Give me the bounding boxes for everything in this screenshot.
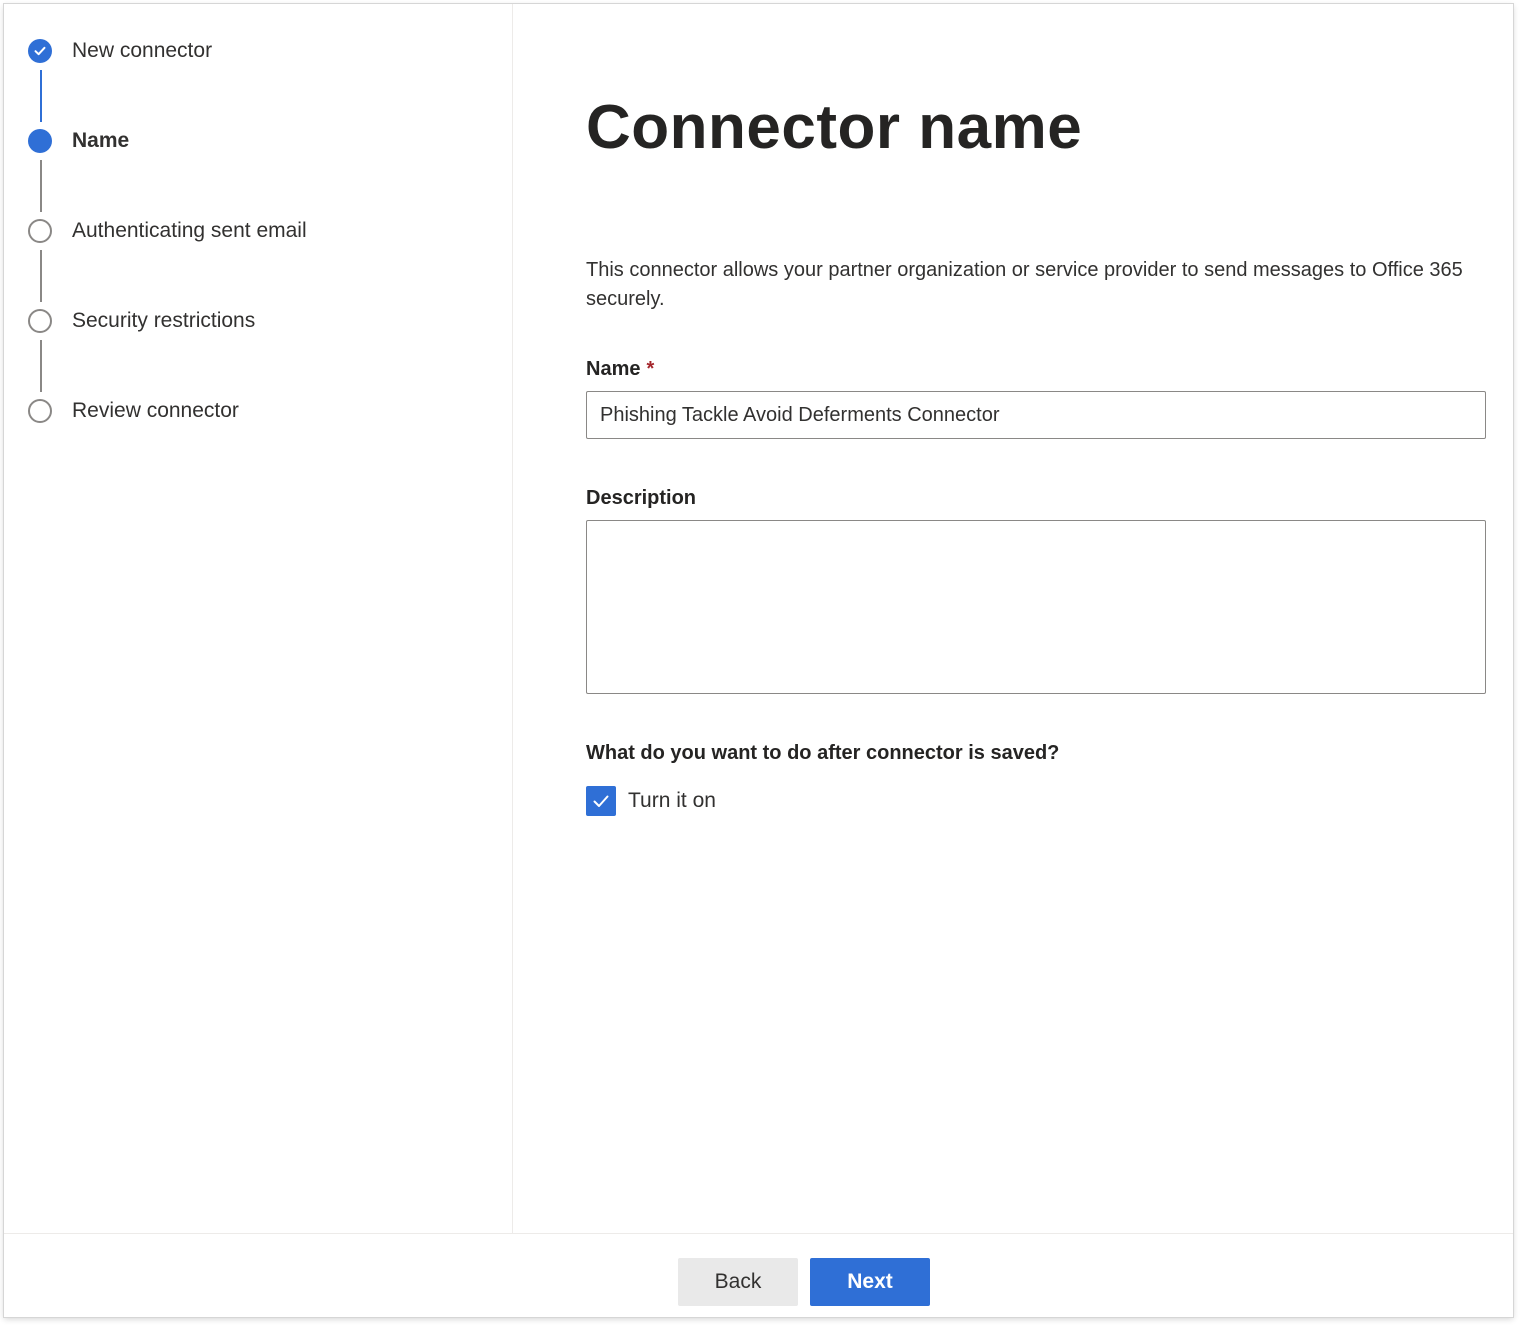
description-textarea[interactable] [586, 520, 1486, 694]
step-security-restrictions[interactable]: Security restrictions [28, 306, 255, 336]
turn-it-on-checkbox[interactable] [586, 786, 616, 816]
name-input[interactable] [586, 391, 1486, 439]
step-pending-circle-icon [28, 219, 52, 243]
step-label: Name [72, 129, 130, 152]
name-field-label: Name * [586, 358, 654, 381]
step-current-dot-icon [28, 129, 52, 153]
step-connector-line [40, 340, 42, 392]
wizard-stepper: New connector Name Authenticating sent e… [4, 4, 513, 1233]
description-field-label: Description [586, 487, 697, 509]
step-label: New connector [72, 39, 213, 62]
step-label: Authenticating sent email [72, 219, 307, 242]
step-review-connector[interactable]: Review connector [28, 396, 239, 426]
name-label-text: Name [586, 358, 641, 380]
wizard-panel: New connector Name Authenticating sent e… [4, 4, 1513, 1317]
wizard-footer: Back Next [4, 1233, 1513, 1317]
step-label: Security restrictions [72, 309, 256, 332]
step-name[interactable]: Name [28, 126, 129, 156]
step-label: Review connector [72, 399, 239, 422]
checkmark-icon [593, 795, 609, 807]
turn-it-on-checkbox-row[interactable]: Turn it on [586, 786, 716, 816]
intro-text: This connector allows your partner organ… [586, 259, 1463, 310]
step-connector-line [40, 160, 42, 212]
after-save-question: What do you want to do after connector i… [586, 742, 1060, 764]
step-pending-circle-icon [28, 309, 52, 333]
step-complete-check-icon [28, 39, 52, 63]
page-title: Connector name [586, 93, 1083, 162]
next-button[interactable]: Next [810, 1258, 930, 1306]
step-connector-line [40, 250, 42, 302]
step-pending-circle-icon [28, 399, 52, 423]
step-authenticating-sent-email[interactable]: Authenticating sent email [28, 216, 307, 246]
step-connector-line [40, 70, 42, 122]
step-new-connector[interactable]: New connector [28, 36, 212, 66]
turn-it-on-label: Turn it on [628, 789, 716, 812]
required-indicator: * [646, 358, 655, 380]
back-button[interactable]: Back [678, 1258, 798, 1306]
